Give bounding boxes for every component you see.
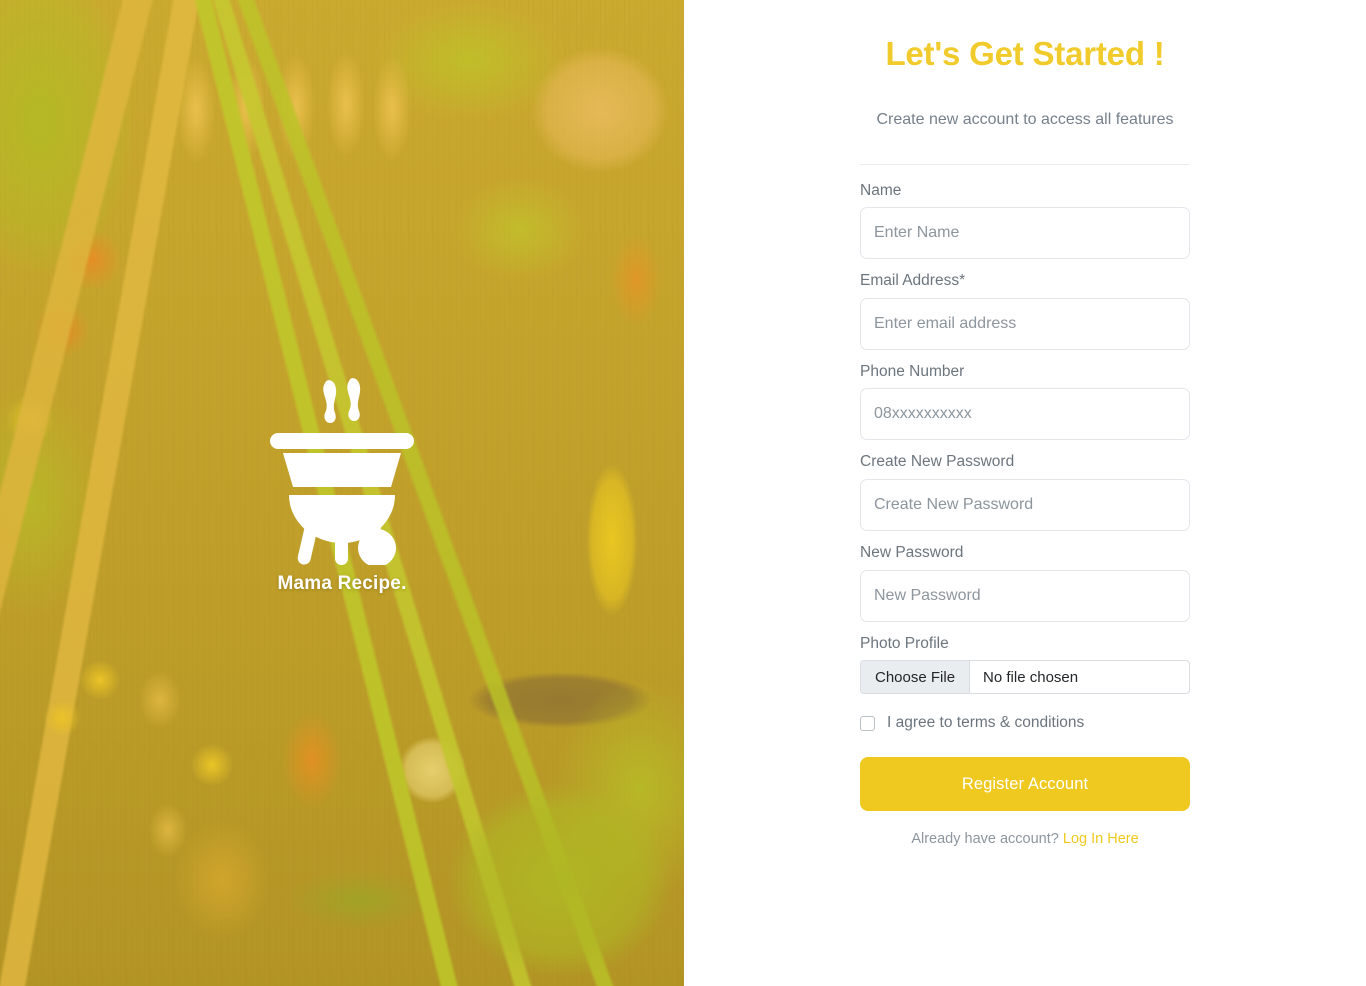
brand-lockup: Mama Recipe. — [0, 375, 684, 595]
choose-file-button[interactable]: Choose File — [861, 661, 971, 694]
create-password-input[interactable] — [860, 478, 1190, 531]
field-name: Name — [860, 182, 1190, 260]
terms-agreement-row: I agree to terms & conditions — [860, 714, 1190, 732]
grill-pot-icon — [270, 378, 414, 565]
label-photo-profile: Photo Profile — [860, 634, 949, 652]
registration-form-panel: Let's Get Started ! Create new account t… — [684, 0, 1366, 986]
file-upload-control[interactable]: Choose File No file chosen — [860, 660, 1190, 695]
page-subtitle: Create new account to access all feature… — [876, 110, 1174, 128]
login-prompt: Already have account? Log In Here — [860, 831, 1190, 847]
name-input[interactable] — [860, 207, 1190, 260]
hero-panel: Mama Recipe. — [0, 0, 684, 986]
label-phone: Phone Number — [860, 362, 965, 380]
page-title: Let's Get Started ! — [885, 35, 1165, 72]
brand-name: Mama Recipe. — [277, 573, 407, 594]
email-input[interactable] — [860, 297, 1190, 350]
field-photo-profile: Photo Profile Choose File No file chosen — [860, 635, 1190, 695]
register-page: Mama Recipe. Let's Get Started ! Create … — [0, 0, 1366, 986]
label-new-password: New Password — [860, 543, 964, 561]
terms-label: I agree to terms & conditions — [887, 714, 1085, 732]
field-email: Email Address* — [860, 272, 1190, 350]
header-divider — [860, 163, 1190, 165]
new-password-input[interactable] — [860, 569, 1190, 622]
form-container: Let's Get Started ! Create new account t… — [860, 0, 1190, 986]
label-name: Name — [860, 181, 902, 199]
label-email: Email Address* — [860, 272, 966, 290]
phone-input[interactable] — [860, 388, 1190, 441]
log-in-here-link[interactable]: Log In Here — [1063, 831, 1139, 847]
register-account-button[interactable]: Register Account — [860, 757, 1190, 812]
field-create-password: Create New Password — [860, 453, 1190, 531]
field-new-password: New Password — [860, 544, 1190, 622]
login-prompt-text: Already have account? — [911, 831, 1059, 848]
field-phone: Phone Number — [860, 363, 1190, 441]
file-status-text: No file chosen — [983, 668, 1079, 686]
label-create-password: Create New Password — [860, 453, 1015, 471]
terms-checkbox[interactable] — [860, 715, 875, 731]
